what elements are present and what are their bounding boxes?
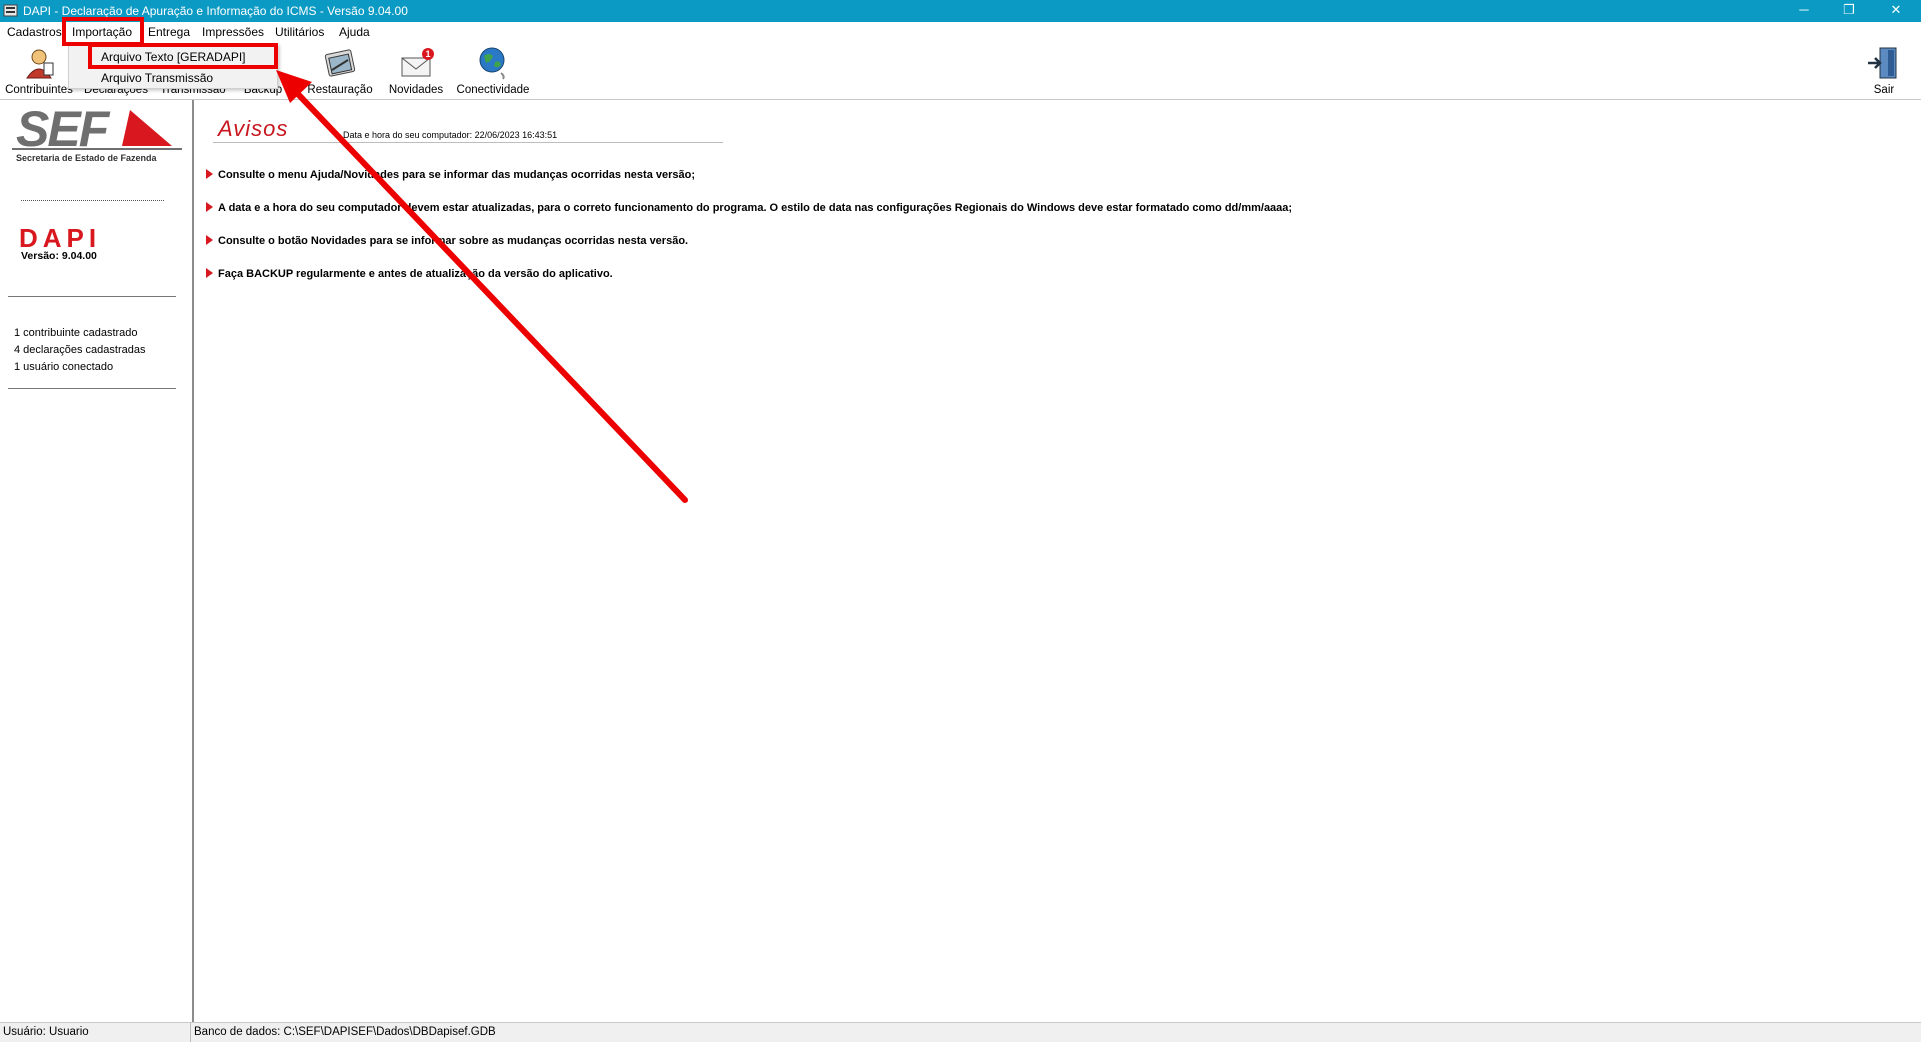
- status-bar: Usuário: Usuario Banco de dados: C:\SEF\…: [0, 1022, 1921, 1042]
- highlight-box-arquivo-texto: [88, 43, 278, 69]
- menu-bar: Cadastros Importação Entrega Impressões …: [0, 22, 1921, 43]
- menu-cadastros[interactable]: Cadastros: [7, 25, 62, 39]
- contribuintes-button[interactable]: Contribuintes: [5, 43, 73, 99]
- menu-entrega[interactable]: Entrega: [148, 25, 190, 39]
- sef-logo: SEF Secretaria de Estado de Fazenda: [12, 106, 182, 163]
- envelope-icon: 1: [401, 48, 434, 77]
- contribuintes-label: Contribuintes: [5, 84, 73, 96]
- app-icon: [3, 4, 18, 17]
- contribuintes-icon: [26, 49, 54, 79]
- stat-contribuintes: 1 contribuinte cadastrado: [14, 327, 138, 339]
- menu-item-arquivo-transmissao[interactable]: Arquivo Transmissão: [101, 71, 213, 85]
- bullet-arrow-icon: [206, 235, 213, 245]
- sidebar-divider-bottom: [8, 388, 176, 389]
- stat-usuarios: 1 usuário conectado: [14, 361, 114, 373]
- toolbar: Contribuintes Declarações Transmissão Ba…: [0, 43, 1921, 100]
- avisos-title: Avisos: [218, 116, 289, 141]
- novidades-label: Novidades: [388, 84, 444, 96]
- sair-label: Sair: [1873, 84, 1895, 96]
- conectividade-button[interactable]: Conectividade: [455, 43, 531, 99]
- minimize-button[interactable]: ─: [1781, 0, 1827, 22]
- menu-utilitarios[interactable]: Utilitários: [275, 25, 324, 39]
- globe-icon: [479, 47, 505, 80]
- close-button[interactable]: ✕: [1873, 0, 1919, 22]
- left-panel: SEF Secretaria de Estado de Fazenda DAPI…: [0, 100, 194, 1022]
- notice-item: A data e a hora do seu computador devem …: [206, 202, 1292, 214]
- stat-declaracoes: 4 declarações cadastradas: [14, 344, 146, 356]
- notice-item: Faça BACKUP regularmente e antes de atua…: [206, 268, 613, 280]
- svg-text:Secretaria de Estado de Fazend: Secretaria de Estado de Fazenda: [16, 153, 158, 163]
- annotation-arrow: [276, 70, 688, 503]
- bullet-arrow-icon: [206, 202, 213, 212]
- restauracao-button[interactable]: Restauração: [304, 43, 376, 99]
- status-database: Banco de dados: C:\SEF\DAPISEF\Dados\DBD…: [194, 1026, 496, 1038]
- computer-datetime: Data e hora do seu computador: 22/06/202…: [343, 130, 558, 140]
- exit-door-icon: [1868, 47, 1897, 79]
- notice-item: Consulte o botão Novidades para se infor…: [206, 235, 688, 247]
- restauracao-icon: [324, 49, 356, 77]
- novidades-badge: 1: [425, 49, 430, 59]
- novidades-button[interactable]: 1 Novidades: [385, 43, 447, 99]
- sidebar-dotted-divider: [21, 200, 164, 201]
- bullet-arrow-icon: [206, 169, 213, 179]
- highlight-box-importacao: [62, 17, 144, 46]
- bullet-arrow-icon: [206, 268, 213, 278]
- notice-item: Consulte o menu Ajuda/Novidades para se …: [206, 169, 695, 181]
- menu-ajuda[interactable]: Ajuda: [339, 25, 370, 39]
- menu-impressoes[interactable]: Impressões: [202, 25, 264, 39]
- restauracao-label: Restauração: [307, 84, 373, 96]
- app-version: Versão: 9.04.00: [21, 250, 97, 262]
- status-separator: [190, 1023, 191, 1042]
- status-user: Usuário: Usuario: [3, 1026, 89, 1038]
- avisos-underline: [213, 142, 723, 143]
- sair-button[interactable]: Sair: [1864, 43, 1904, 99]
- sidebar-divider-top: [8, 296, 176, 297]
- restore-button[interactable]: ❐: [1826, 0, 1872, 22]
- window-title: DAPI - Declaração de Apuração e Informaç…: [23, 4, 408, 18]
- title-bar: DAPI - Declaração de Apuração e Informaç…: [0, 0, 1921, 22]
- conectividade-label: Conectividade: [456, 84, 530, 96]
